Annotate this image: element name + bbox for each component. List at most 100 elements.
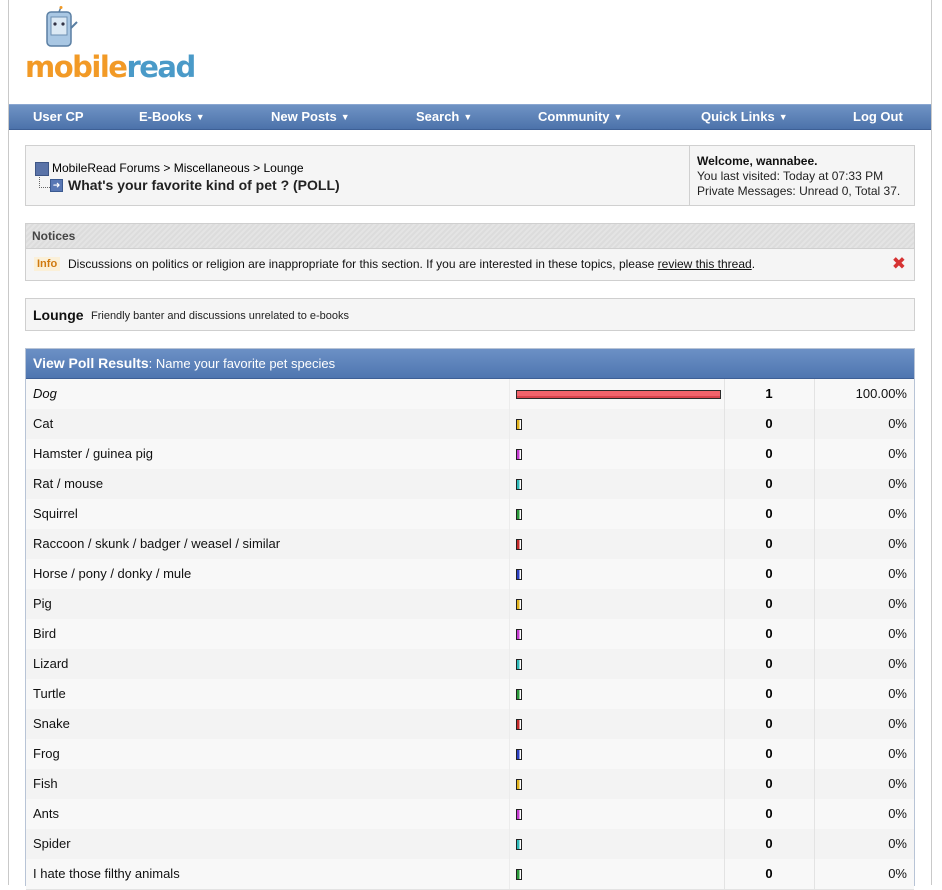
poll-vote-count: 1 — [724, 379, 815, 409]
poll-question: : Name your favorite pet species — [148, 356, 336, 371]
breadcrumb-path: MobileRead Forums > Miscellaneous > Loun… — [52, 161, 304, 175]
poll-option-row: Spider 0 0% — [26, 829, 914, 860]
chevron-down-icon: ▼ — [463, 112, 473, 122]
poll-option-label: Dog — [33, 386, 57, 401]
nav-community[interactable]: Community ▼ — [538, 105, 622, 129]
site-logo[interactable]: mobileread — [25, 6, 196, 84]
nav-user-cp[interactable]: User CP — [33, 105, 84, 129]
poll-option-label: Horse / pony / donky / mule — [33, 566, 192, 581]
poll-option-row: Frog 0 0% — [26, 739, 914, 770]
poll-vote-count: 0 — [724, 469, 815, 499]
forum-description: Friendly banter and discussions unrelate… — [91, 310, 350, 322]
poll-vote-count: 0 — [724, 589, 815, 619]
poll-percent: 0% — [888, 476, 907, 491]
poll-bar-cell — [509, 529, 725, 559]
nav-quick-links[interactable]: Quick Links ▼ — [701, 105, 788, 129]
poll-bar-cell — [509, 499, 725, 529]
poll-option-label: Bird — [33, 626, 57, 641]
poll-option-label: Frog — [33, 746, 60, 761]
chevron-down-icon: ▼ — [340, 112, 350, 122]
poll-header: View Poll Results: Name your favorite pe… — [26, 349, 914, 379]
poll-bar-cell — [509, 559, 725, 589]
forum-header: Lounge Friendly banter and discussions u… — [25, 298, 915, 331]
nav-new-posts[interactable]: New Posts ▼ — [271, 105, 350, 129]
notice-row: Info Discussions on politics or religion… — [26, 252, 914, 276]
breadcrumb-separator: > — [253, 161, 261, 175]
poll-vote-count: 0 — [724, 439, 815, 469]
breadcrumb-section-link[interactable]: Miscellaneous — [174, 161, 250, 175]
poll-bar-cell — [509, 769, 725, 799]
poll-option-label: Spider — [33, 836, 71, 851]
poll-vote-count: 0 — [724, 409, 815, 439]
poll-option-label: Fish — [33, 776, 58, 791]
dismiss-notice-icon[interactable]: ✖ — [892, 255, 906, 273]
poll-result-bar — [516, 569, 522, 580]
poll-result-bar — [516, 390, 721, 399]
poll-result-bar — [516, 419, 522, 430]
breadcrumb: MobileRead Forums > Miscellaneous > Loun… — [26, 146, 690, 205]
breadcrumb-forum-link[interactable]: Lounge — [264, 161, 304, 175]
poll-option-row: Bird 0 0% — [26, 619, 914, 650]
poll-option-row: Squirrel 0 0% — [26, 499, 914, 530]
poll-bar-cell — [509, 829, 725, 859]
forum-title[interactable]: Lounge — [33, 307, 84, 323]
chevron-down-icon: ▼ — [613, 112, 623, 122]
poll-percent: 0% — [888, 506, 907, 521]
poll-percent: 0% — [888, 716, 907, 731]
welcome-panel: Welcome, wannabee. You last visited: Tod… — [689, 146, 914, 205]
forum-icon — [35, 162, 49, 176]
breadcrumb-box: MobileRead Forums > Miscellaneous > Loun… — [25, 145, 915, 206]
poll-option-row: Raccoon / skunk / badger / weasel / simi… — [26, 529, 914, 560]
poll-bar-cell — [509, 379, 725, 409]
poll-bar-cell — [509, 439, 725, 469]
poll-result-bar — [516, 449, 522, 460]
poll-vote-count: 0 — [724, 559, 815, 589]
poll-option-label: Squirrel — [33, 506, 78, 521]
breadcrumb-root-link[interactable]: MobileRead Forums — [52, 161, 160, 175]
poll-bar-cell — [509, 799, 725, 829]
poll-vote-count: 0 — [724, 499, 815, 529]
private-messages-link[interactable]: Private Messages: — [697, 184, 796, 198]
thread-title[interactable]: What's your favorite kind of pet ? (POLL… — [68, 177, 340, 193]
poll-result-bar — [516, 509, 522, 520]
poll-option-label: Pig — [33, 596, 52, 611]
tree-connector — [39, 177, 50, 188]
poll-percent: 100.00% — [855, 386, 907, 401]
poll-percent: 0% — [888, 566, 907, 581]
poll-option-row: Rat / mouse 0 0% — [26, 469, 914, 500]
main-navbar: User CP E-Books ▼ New Posts ▼ Search ▼ Comm… — [9, 104, 931, 130]
poll-option-label: Lizard — [33, 656, 69, 671]
review-thread-link[interactable]: review this thread — [658, 257, 752, 271]
nav-log-out[interactable]: Log Out — [853, 105, 903, 129]
poll-result-bar — [516, 749, 522, 760]
poll-option-label: Rat / mouse — [33, 476, 104, 491]
poll-vote-count: 0 — [724, 739, 815, 769]
chevron-down-icon: ▼ — [778, 112, 788, 122]
poll-percent: 0% — [888, 416, 907, 431]
poll-result-bar — [516, 779, 522, 790]
chevron-down-icon: ▼ — [195, 112, 205, 122]
poll-result-bar — [516, 539, 522, 550]
poll-percent: 0% — [888, 626, 907, 641]
poll-bar-cell — [509, 469, 725, 499]
poll-bar-cell — [509, 709, 725, 739]
poll-vote-count: 0 — [724, 829, 815, 859]
poll-option-row: I hate those filthy animals 0 0% — [26, 859, 914, 890]
poll-option-row: Cat 0 0% — [26, 409, 914, 440]
poll-bar-cell — [509, 739, 725, 769]
poll-option-label: Cat — [33, 416, 54, 431]
poll-percent: 0% — [888, 806, 907, 821]
poll-percent: 0% — [888, 536, 907, 551]
poll-option-row: Hamster / guinea pig 0 0% — [26, 439, 914, 470]
notices-box: Notices Info Discussions on politics or … — [25, 223, 915, 281]
poll-result-bar — [516, 659, 522, 670]
poll-result-bar — [516, 599, 522, 610]
poll-option-row: Dog 1 100.00% — [26, 379, 914, 410]
breadcrumb-separator: > — [163, 161, 171, 175]
nav-search[interactable]: Search ▼ — [416, 105, 472, 129]
nav-ebooks[interactable]: E-Books ▼ — [139, 105, 205, 129]
poll-percent: 0% — [888, 686, 907, 701]
poll-result-bar — [516, 809, 522, 820]
poll-option-label: Raccoon / skunk / badger / weasel / simi… — [33, 536, 281, 551]
poll-vote-count: 0 — [724, 649, 815, 679]
